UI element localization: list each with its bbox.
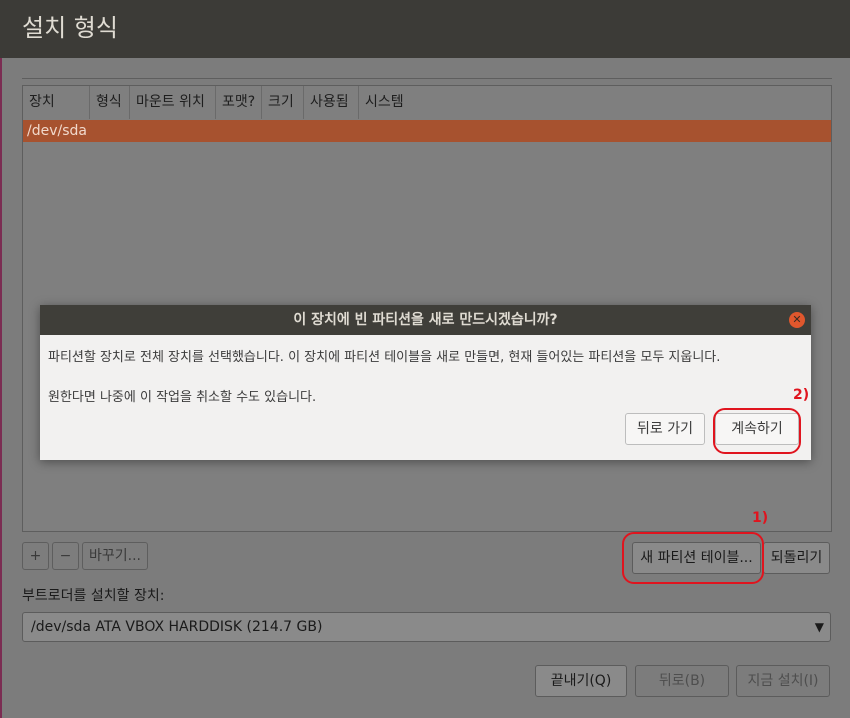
window-title: 설치 형식 (22, 14, 118, 42)
install-now-button[interactable]: 지금 설치(I) (736, 665, 830, 697)
column-header-system[interactable]: 시스템 (359, 86, 439, 119)
annotation-label-2: 2) (793, 387, 810, 403)
window-titlebar: 설치 형식 (0, 0, 850, 58)
change-partition-button[interactable]: 바꾸기... (82, 542, 148, 570)
dialog-title: 이 장치에 빈 파티션을 새로 만드시겠습니까? (40, 305, 811, 335)
quit-button[interactable]: 끝내기(Q) (535, 665, 627, 697)
back-button[interactable]: 뒤로(B) (635, 665, 729, 697)
bootloader-label: 부트로더를 설치할 장치: (22, 588, 165, 604)
add-partition-button[interactable]: + (22, 542, 49, 570)
close-icon[interactable]: ✕ (789, 312, 805, 328)
column-header-format[interactable]: 포맷? (216, 86, 262, 119)
dialog-message-2: 원한다면 나중에 이 작업을 취소할 수도 있습니다. (48, 390, 317, 405)
annotation-highlight-1 (622, 532, 764, 584)
table-header: 장치 형식 마운트 위치 포맷? 크기 사용됨 시스템 (23, 86, 831, 119)
bootloader-device-select[interactable]: /dev/sda ATA VBOX HARDDISK (214.7 GB) ▼ (22, 612, 831, 642)
column-header-mount[interactable]: 마운트 위치 (130, 86, 216, 119)
dialog-back-button[interactable]: 뒤로 가기 (625, 413, 705, 445)
row-device: /dev/sda (27, 123, 87, 139)
dialog-message-1: 파티션할 장치로 전체 장치를 선택했습니다. 이 장치에 파티션 테이블을 새… (48, 350, 721, 365)
separator (22, 78, 832, 79)
annotation-highlight-2 (713, 408, 801, 454)
remove-partition-button[interactable]: − (52, 542, 79, 570)
dropdown-arrow-icon: ▼ (814, 620, 824, 634)
column-header-used[interactable]: 사용됨 (304, 86, 359, 119)
table-row[interactable]: /dev/sda (23, 120, 831, 142)
bootloader-selected-value: /dev/sda ATA VBOX HARDDISK (214.7 GB) (31, 619, 323, 635)
revert-button[interactable]: 되돌리기 (763, 542, 830, 574)
column-header-type[interactable]: 형식 (90, 86, 130, 119)
column-header-size[interactable]: 크기 (262, 86, 304, 119)
annotation-label-1: 1) (752, 510, 769, 526)
column-header-device[interactable]: 장치 (23, 86, 90, 119)
confirm-dialog: 이 장치에 빈 파티션을 새로 만드시겠습니까? ✕ 파티션할 장치로 전체 장… (40, 305, 811, 460)
